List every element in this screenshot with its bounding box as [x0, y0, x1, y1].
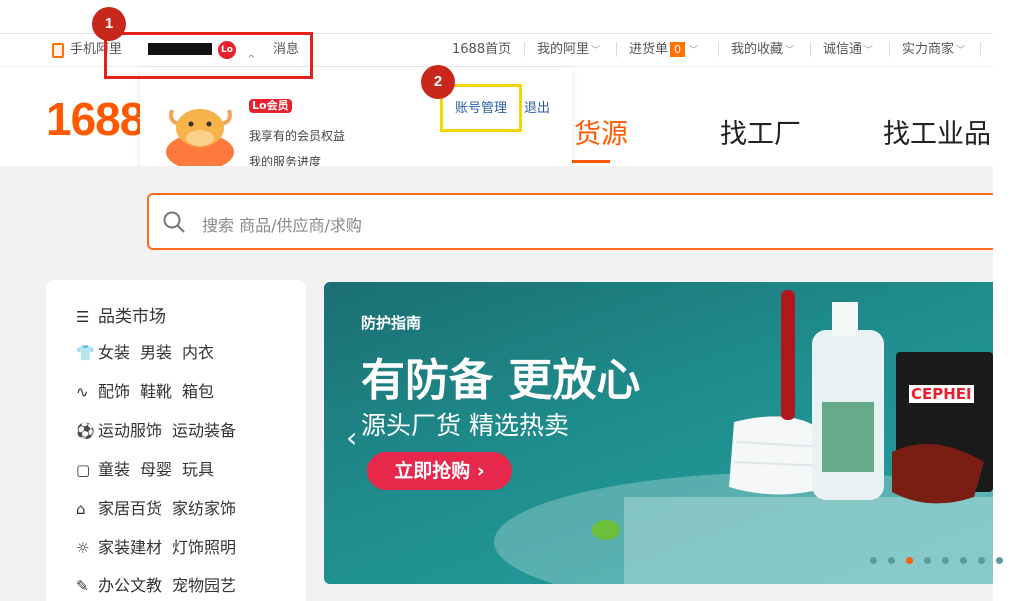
- shoe-icon: ∿: [76, 383, 89, 401]
- cart-menu[interactable]: 进货单 0 ﹀: [629, 42, 698, 59]
- category-link[interactable]: 家装建材: [98, 538, 162, 557]
- category-row: ∿ 配饰 鞋靴 箱包: [76, 378, 224, 402]
- favorites-label: 我的收藏: [731, 42, 784, 57]
- my-ali-menu[interactable]: 我的阿里 ﹀: [537, 42, 600, 59]
- category-row: ⚽ 运动服饰 运动装备: [76, 417, 246, 441]
- chevron-down-icon: ﹀: [956, 46, 966, 56]
- category-link[interactable]: 母婴: [140, 460, 172, 479]
- category-link[interactable]: 运动装备: [172, 421, 236, 440]
- category-link[interactable]: 内衣: [182, 343, 214, 362]
- logout-link[interactable]: 退出: [524, 97, 550, 116]
- nav-separator: [718, 42, 719, 57]
- prev-slide-arrow-icon[interactable]: ‹: [346, 421, 357, 454]
- nav-separator: [980, 42, 981, 57]
- buy-now-button[interactable]: 立即抢购 ›: [367, 452, 512, 490]
- nav-separator: [889, 42, 890, 57]
- step-1-marker: 1: [92, 7, 126, 41]
- banner-subhead: 源头厂货 精选热卖: [361, 411, 569, 440]
- buy-now-label: 立即抢购: [394, 460, 471, 482]
- chevron-down-icon: ﹀: [864, 46, 874, 56]
- category-link[interactable]: 宠物园艺: [172, 576, 236, 595]
- category-link[interactable]: 办公文教: [98, 576, 162, 595]
- tab-find-industrial[interactable]: 找工业品: [883, 112, 991, 151]
- house-icon: ⌂: [76, 500, 86, 518]
- chevron-down-icon: ﹀: [591, 46, 601, 56]
- cart-count-badge: 0: [670, 42, 686, 57]
- category-header: ☰ 品类市场: [76, 302, 166, 327]
- category-row: ☼ 家装建材 灯饰照明: [76, 534, 246, 558]
- category-link[interactable]: 灯饰照明: [172, 538, 236, 557]
- member-benefits-link[interactable]: 我享有的会员权益: [249, 127, 345, 144]
- tab-find-factory[interactable]: 找工厂: [720, 112, 801, 151]
- slide-dot[interactable]: [870, 557, 877, 564]
- tab-sourcing[interactable]: 货源: [574, 112, 628, 151]
- category-link[interactable]: 运动服饰: [98, 421, 162, 440]
- category-row: ✎ 办公文教 宠物园艺: [76, 572, 246, 596]
- chengxintong-label: 诚信通: [823, 42, 863, 57]
- banner-tag: 防护指南: [361, 314, 422, 332]
- product-brand-label: CEPHEI: [909, 385, 974, 403]
- chengxintong-menu[interactable]: 诚信通 ﹀: [823, 42, 873, 59]
- bulb-icon: ☼: [76, 539, 90, 557]
- slide-dot[interactable]: [906, 557, 913, 564]
- category-link[interactable]: 男装: [140, 343, 172, 362]
- category-link[interactable]: 女装: [98, 343, 130, 362]
- slide-dot[interactable]: [924, 557, 931, 564]
- category-link[interactable]: 童装: [98, 460, 130, 479]
- my-ali-label: 我的阿里: [537, 42, 590, 57]
- step-2-marker: 2: [421, 65, 455, 99]
- category-link[interactable]: 玩具: [182, 460, 214, 479]
- nav-separator: [524, 42, 525, 57]
- category-title: 品类市场: [98, 307, 166, 327]
- ball-icon: ⚽: [76, 422, 95, 440]
- slide-dot[interactable]: [978, 557, 985, 564]
- category-link[interactable]: 配饰: [98, 382, 130, 401]
- home-link[interactable]: 1688首页: [452, 42, 511, 58]
- chevron-down-icon: ﹀: [785, 46, 795, 56]
- slide-dot[interactable]: [996, 557, 1003, 564]
- pen-icon: ✎: [76, 577, 89, 595]
- category-row: ▢ 童装 母婴 玩具: [76, 456, 224, 480]
- search-placeholder: 搜索 商品/供应商/求购: [202, 216, 362, 235]
- search-icon: [163, 211, 185, 233]
- category-link[interactable]: 鞋靴: [140, 382, 172, 401]
- step-1-highlight-box: [104, 32, 313, 79]
- mobile-phone-icon: [52, 43, 64, 58]
- category-row: ⌂ 家居百货 家纺家饰: [76, 495, 246, 519]
- promo-banner[interactable]: 防护指南 有防备 更放心 源头厂货 精选热卖 ‹ 立即抢购 › CEPHEI: [324, 282, 993, 584]
- avatar-bull-icon: [166, 109, 234, 166]
- category-link[interactable]: 家纺家饰: [172, 499, 236, 518]
- nav-separator: [810, 42, 811, 57]
- menu-icon: ☰: [76, 308, 90, 326]
- nav-separator: [616, 42, 617, 57]
- slide-dot[interactable]: [942, 557, 949, 564]
- merchants-menu[interactable]: 实力商家 ﹀: [902, 42, 965, 59]
- cart-label: 进货单: [629, 42, 669, 57]
- category-row: 👕 女装 男装 内衣: [76, 339, 224, 363]
- member-badge: Lo会员: [249, 99, 292, 113]
- active-tab-underline: [572, 160, 610, 163]
- slide-dot[interactable]: [888, 557, 895, 564]
- bag-icon: ▢: [76, 461, 91, 479]
- merchants-label: 实力商家: [902, 42, 955, 57]
- site-logo[interactable]: 1688: [46, 92, 145, 146]
- favorites-menu[interactable]: 我的收藏 ﹀: [731, 42, 794, 59]
- slide-dot[interactable]: [960, 557, 967, 564]
- category-link[interactable]: 家居百货: [98, 499, 162, 518]
- chevron-down-icon: ﹀: [689, 46, 699, 56]
- category-link[interactable]: 箱包: [182, 382, 214, 401]
- shirt-icon: 👕: [76, 344, 95, 362]
- banner-headline: 有防备 更放心: [361, 355, 641, 406]
